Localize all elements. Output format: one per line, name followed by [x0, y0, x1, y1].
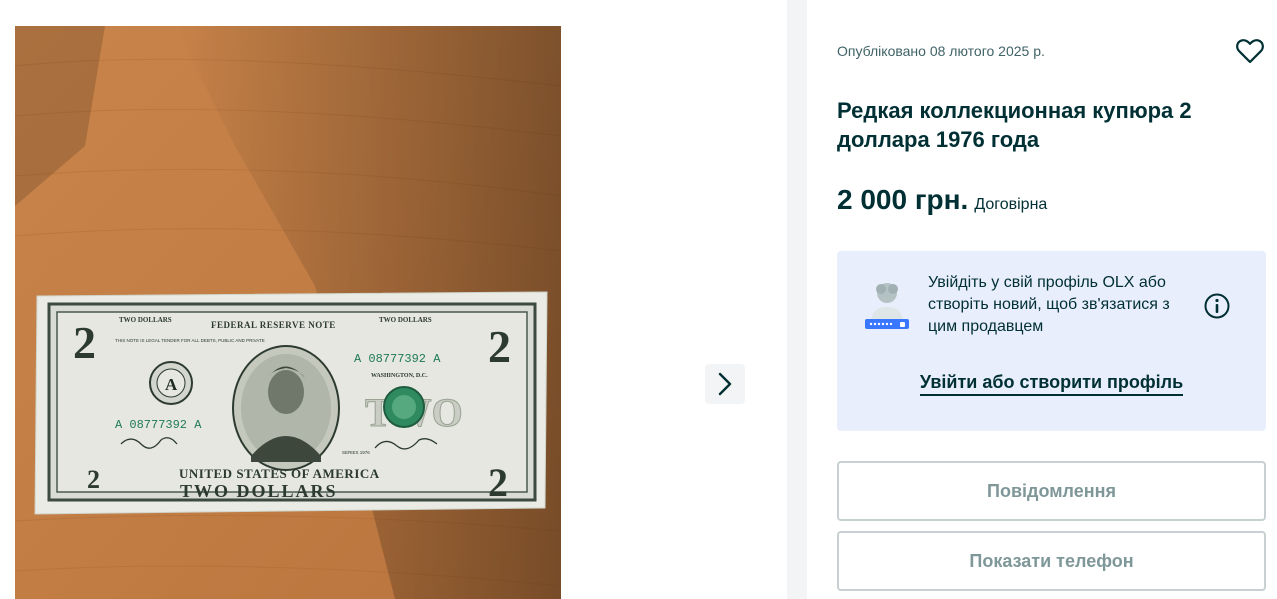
- negotiable-label: Договірна: [974, 196, 1048, 213]
- show-phone-button[interactable]: Показати телефон: [837, 531, 1266, 591]
- banknote-photo: 2 2 2 2 TWO DOLLARS FEDERAL RESERVE NOTE…: [15, 26, 561, 599]
- price-row: 2 000 грн. Договірна: [837, 184, 1047, 216]
- next-photo-button[interactable]: [705, 364, 745, 404]
- numeral-top-left: 2: [73, 317, 96, 368]
- country-label: UNITED STATES OF AMERICA: [179, 466, 380, 481]
- numeral-bottom-left: 2: [87, 465, 100, 494]
- info-circle-icon[interactable]: [1203, 292, 1231, 320]
- login-prompt-text: Увійдіть у свій профіль OLX або створіть…: [928, 274, 1170, 335]
- favorite-button[interactable]: [1235, 36, 1265, 66]
- photo-gallery: 2 2 2 2 TWO DOLLARS FEDERAL RESERVE NOTE…: [0, 0, 787, 599]
- serial-number-right: A 08777392 A: [354, 352, 441, 366]
- user-password-illustration: [865, 283, 909, 329]
- numeral-bottom-right: 2: [488, 460, 508, 505]
- top-center-label: FEDERAL RESERVE NOTE: [211, 320, 336, 330]
- price: 2 000 грн.: [837, 184, 969, 215]
- login-or-register-link[interactable]: Увійти або створити профіль: [919, 372, 1184, 396]
- legal-tender-text: THIS NOTE IS LEGAL TENDER FOR ALL DEBTS,…: [115, 338, 265, 343]
- series-label: SERIES 1976: [342, 450, 370, 455]
- bank-letter: A: [165, 375, 178, 394]
- listing-photo[interactable]: 2 2 2 2 TWO DOLLARS FEDERAL RESERVE NOTE…: [15, 26, 561, 599]
- chevron-right-icon: [718, 372, 732, 396]
- banknote: 2 2 2 2 TWO DOLLARS FEDERAL RESERVE NOTE…: [34, 291, 548, 515]
- bottom-label: TWO DOLLARS: [180, 481, 338, 501]
- heart-outline-icon: [1236, 39, 1264, 64]
- listing-sidebar: Опубліковано 08 лютого 2025 р. Редкая ко…: [807, 0, 1277, 599]
- login-prompt-box: Увійдіть у свій профіль OLX або створіть…: [837, 251, 1266, 431]
- message-button[interactable]: Повідомлення: [837, 461, 1266, 521]
- posted-date: Опубліковано 08 лютого 2025 р.: [837, 43, 1045, 59]
- numeral-top-right: 2: [488, 321, 511, 372]
- column-divider: [787, 0, 807, 599]
- top-right-label: TWO DOLLARS: [379, 316, 432, 324]
- listing-title: Редкая коллекционная купюра 2 доллара 19…: [837, 98, 1192, 152]
- city-label: WASHINGTON, D.C.: [371, 373, 428, 379]
- login-link-wrapper: Увійти або створити профіль: [837, 372, 1266, 396]
- serial-number-left: A 08777392 A: [115, 418, 202, 432]
- top-left-label: TWO DOLLARS: [119, 316, 172, 324]
